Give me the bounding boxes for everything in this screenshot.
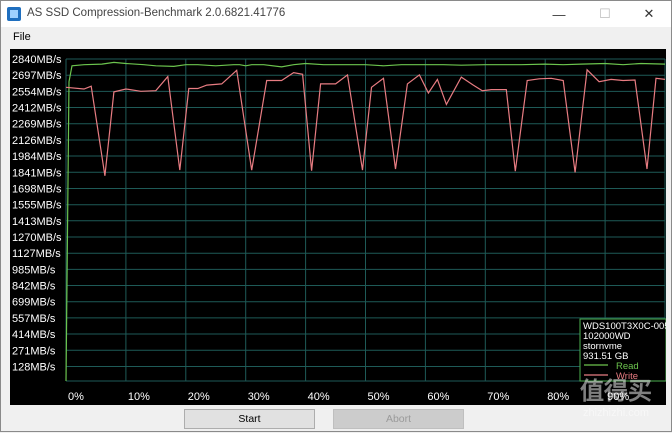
y-tick-label: 2126MB/s <box>12 135 62 147</box>
start-button[interactable]: Start <box>184 409 315 429</box>
title-bar[interactable]: AS SSD Compression-Benchmark 2.0.6821.41… <box>1 1 671 27</box>
y-tick-label: 1270MB/s <box>12 232 62 244</box>
legend-write-label: Write <box>616 371 638 382</box>
y-tick-label: 128MB/s <box>12 361 56 373</box>
y-tick-label: 271MB/s <box>12 345 56 357</box>
y-tick-label: 557MB/s <box>12 313 56 325</box>
y-tick-label: 699MB/s <box>12 297 56 309</box>
y-tick-label: 1555MB/s <box>12 200 62 212</box>
button-bar: Start Abort <box>1 409 671 431</box>
y-tick-label: 842MB/s <box>12 281 56 293</box>
benchmark-chart: 2840MB/s 2697MB/s 2554MB/s 2412MB/s 2269MB/s… <box>10 49 666 405</box>
y-tick-label: 2554MB/s <box>12 86 62 98</box>
x-tick-label: 90% <box>607 391 629 403</box>
y-tick-label: 414MB/s <box>12 329 56 341</box>
x-tick-label: 10% <box>128 391 150 403</box>
y-tick-label: 1127MB/s <box>12 248 61 260</box>
y-tick-label: 2412MB/s <box>12 103 62 115</box>
app-window: AS SSD Compression-Benchmark 2.0.6821.41… <box>0 0 672 432</box>
menu-file[interactable]: File <box>13 31 31 43</box>
x-tick-label: 40% <box>308 391 330 403</box>
y-tick-label: 2697MB/s <box>12 70 62 82</box>
window-title: AS SSD Compression-Benchmark 2.0.6821.41… <box>27 7 286 19</box>
y-tick-label: 1413MB/s <box>12 216 62 228</box>
y-tick-label: 2269MB/s <box>12 119 62 131</box>
y-tick-label: 1984MB/s <box>12 151 62 163</box>
chart-svg: 2840MB/s 2697MB/s 2554MB/s 2412MB/s 2269MB/s… <box>12 54 666 403</box>
y-tick-label: 1698MB/s <box>12 183 62 195</box>
minimize-button[interactable]: — <box>537 1 581 27</box>
x-tick-label: 0% <box>68 391 84 403</box>
y-tick-label: 2840MB/s <box>12 54 62 66</box>
x-tick-label: 80% <box>547 391 569 403</box>
abort-button: Abort <box>333 409 464 429</box>
x-tick-label: 30% <box>248 391 270 403</box>
app-icon <box>7 7 21 21</box>
y-tick-label: 985MB/s <box>12 264 56 276</box>
x-tick-label: 70% <box>487 391 509 403</box>
x-tick-label: 60% <box>427 391 449 403</box>
x-tick-label: 50% <box>368 391 390 403</box>
x-tick-label: 20% <box>188 391 210 403</box>
maximize-button[interactable]: ☐ <box>583 1 627 27</box>
close-button[interactable]: ✕ <box>627 1 671 27</box>
y-tick-label: 1841MB/s <box>12 167 62 179</box>
menu-bar: File <box>1 27 671 47</box>
